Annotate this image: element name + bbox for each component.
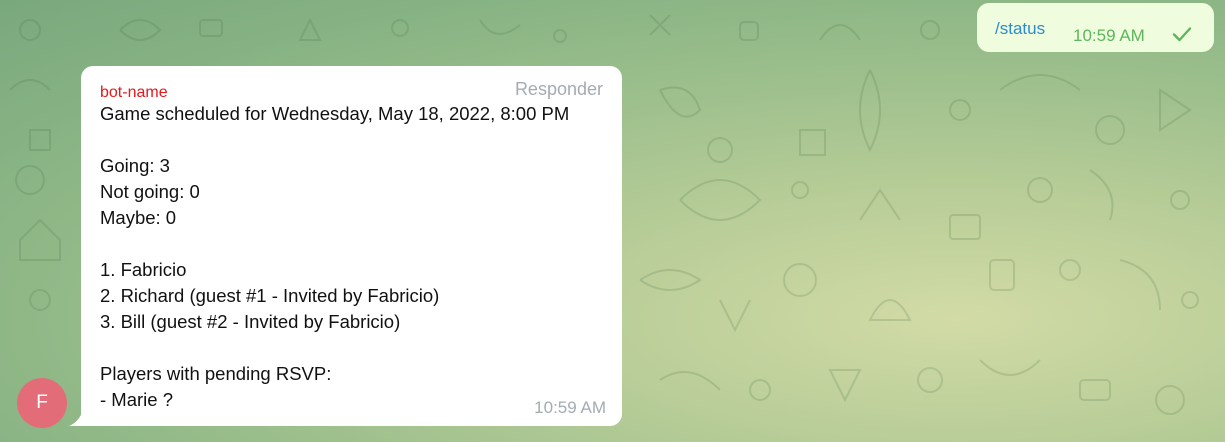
single-check-icon [1172,27,1192,42]
message-line: 1. Fabricio [100,259,187,280]
message-line: Game scheduled for Wednesday, May 18, 20… [100,103,570,124]
message-line: 3. Bill (guest #2 - Invited by Fabricio) [100,311,401,332]
message-line: Maybe: 0 [100,207,177,228]
sender-name[interactable]: bot-name [100,84,168,102]
avatar[interactable]: F [17,378,67,428]
message-line: 2. Richard (guest #1 - Invited by Fabric… [100,285,440,306]
sender-role-badge: Responder [514,79,603,99]
message-line: Not going: 0 [100,181,200,202]
outgoing-message[interactable]: /status 10:59 AM [977,3,1214,52]
outgoing-message-text[interactable]: /status [995,19,1045,39]
avatar-initial: F [36,392,48,413]
message-line: Players with pending RSVP: [100,363,332,384]
incoming-message-time: 10:59 AM [534,398,606,417]
message-line: Going: 3 [100,155,170,176]
incoming-message[interactable]: bot-name Responder Game scheduled for We… [81,66,622,426]
outgoing-message-time: 10:59 AM [1073,26,1145,45]
message-line: - Marie ? [100,389,173,410]
